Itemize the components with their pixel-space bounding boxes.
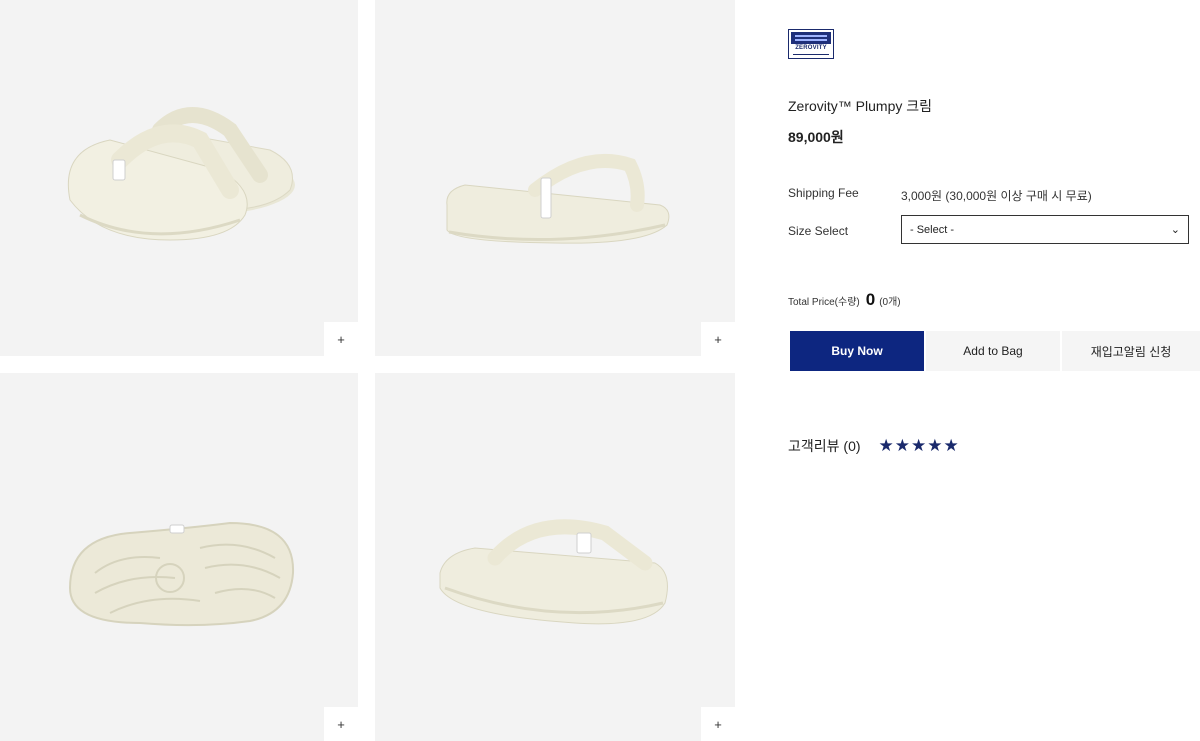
size-select-label: Size Select	[788, 224, 849, 238]
product-gallery: + + + +	[0, 0, 740, 741]
logo-underline	[793, 54, 829, 55]
restock-alert-button[interactable]: 재입고알림 신청	[1062, 331, 1200, 371]
gallery-image-4[interactable]: +	[375, 373, 735, 741]
logo-text: ZEROVITY	[795, 45, 827, 51]
sandal-pair-image	[67, 107, 295, 241]
size-select-dropdown[interactable]: - Select - ⌄	[901, 215, 1189, 244]
gallery-image-2[interactable]: +	[375, 0, 735, 356]
buy-now-button[interactable]: Buy Now	[790, 331, 924, 371]
product-info-panel: ZEROVITY Zerovity™ Plumpy 크림 89,000원 Shi…	[788, 0, 1200, 741]
gallery-image-1[interactable]: +	[0, 0, 358, 356]
zoom-button[interactable]: +	[324, 707, 358, 741]
total-price-label: Total Price(수량)	[788, 297, 860, 308]
logo-graphic	[791, 32, 831, 44]
total-price: Total Price(수량) 0 (0개)	[788, 290, 901, 310]
zoom-button[interactable]: +	[701, 322, 735, 356]
shipping-fee-value: 3,000원 (30,000원 이상 구매 시 무료)	[901, 189, 1092, 203]
star-rating-icon: ★★★★★	[878, 436, 960, 455]
size-select-value: - Select -	[910, 223, 955, 236]
sandal-rear-image	[439, 519, 668, 625]
zoom-button[interactable]: +	[701, 707, 735, 741]
chevron-down-icon: ⌄	[1170, 224, 1180, 236]
reviews-label: 고객리뷰 (0)	[788, 438, 861, 454]
gallery-image-3[interactable]: +	[0, 373, 358, 741]
total-price-value: 0	[865, 290, 876, 309]
zoom-button[interactable]: +	[324, 322, 358, 356]
product-price: 89,000원	[788, 129, 844, 145]
add-to-bag-button[interactable]: Add to Bag	[926, 331, 1060, 371]
brand-logo[interactable]: ZEROVITY	[788, 29, 834, 59]
shipping-fee-label: Shipping Fee	[788, 186, 859, 200]
sandal-side-image	[446, 153, 670, 244]
total-quantity: (0개)	[879, 297, 901, 308]
product-title: Zerovity™ Plumpy 크림	[788, 98, 933, 114]
sandal-sole-image	[68, 521, 295, 627]
customer-reviews[interactable]: 고객리뷰 (0) ★★★★★	[788, 436, 960, 456]
